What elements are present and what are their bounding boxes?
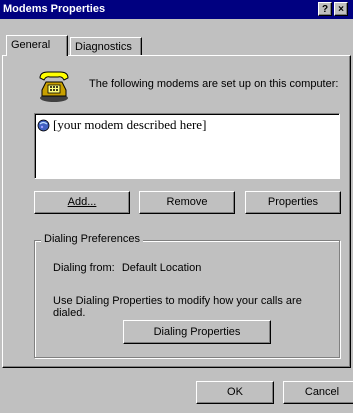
list-item[interactable]: [your modem described here] <box>37 117 206 133</box>
dialing-from-value: Default Location <box>121 262 202 274</box>
add-button[interactable]: Add... <box>34 191 130 214</box>
properties-button[interactable]: Properties <box>245 191 341 214</box>
cancel-button[interactable]: Cancel <box>283 381 353 404</box>
remove-button[interactable]: Remove <box>139 191 235 214</box>
dialing-preferences-legend: Dialing Preferences <box>41 233 143 245</box>
tab-diagnostics[interactable]: Diagnostics <box>70 37 142 55</box>
dialing-from-label: Dialing from: <box>53 262 115 274</box>
cancel-button-label: Cancel <box>304 386 340 398</box>
close-button[interactable]: × <box>334 2 348 16</box>
dialing-properties-button[interactable]: Dialing Properties <box>123 320 271 344</box>
dialing-from-row: Dialing from: Default Location <box>53 262 201 274</box>
help-button[interactable]: ? <box>318 2 332 16</box>
intro-text: The following modems are set up on this … <box>89 78 339 90</box>
ok-button[interactable]: OK <box>196 381 274 404</box>
tab-general[interactable]: General <box>6 35 68 56</box>
modem-name: [your modem described here] <box>53 117 207 132</box>
tab-diagnostics-label: Diagnostics <box>75 41 132 53</box>
close-icon: × <box>338 4 344 15</box>
telephone-icon <box>39 71 69 102</box>
window-title: Modems Properties <box>3 3 106 15</box>
title-bar[interactable]: Modems Properties ? × <box>0 0 353 19</box>
help-icon: ? <box>321 4 329 15</box>
modem-listbox[interactable]: [your modem described here] <box>34 113 340 179</box>
add-button-label: Add... <box>67 196 97 208</box>
properties-button-label: Properties <box>267 196 319 208</box>
remove-button-label: Remove <box>166 196 208 208</box>
tab-general-label: General <box>11 39 51 51</box>
modem-icon <box>37 119 50 131</box>
dialing-properties-button-label: Dialing Properties <box>153 326 241 338</box>
ok-button-label: OK <box>227 386 243 398</box>
dialing-help-text: Use Dialing Properties to modify how you… <box>53 295 302 319</box>
